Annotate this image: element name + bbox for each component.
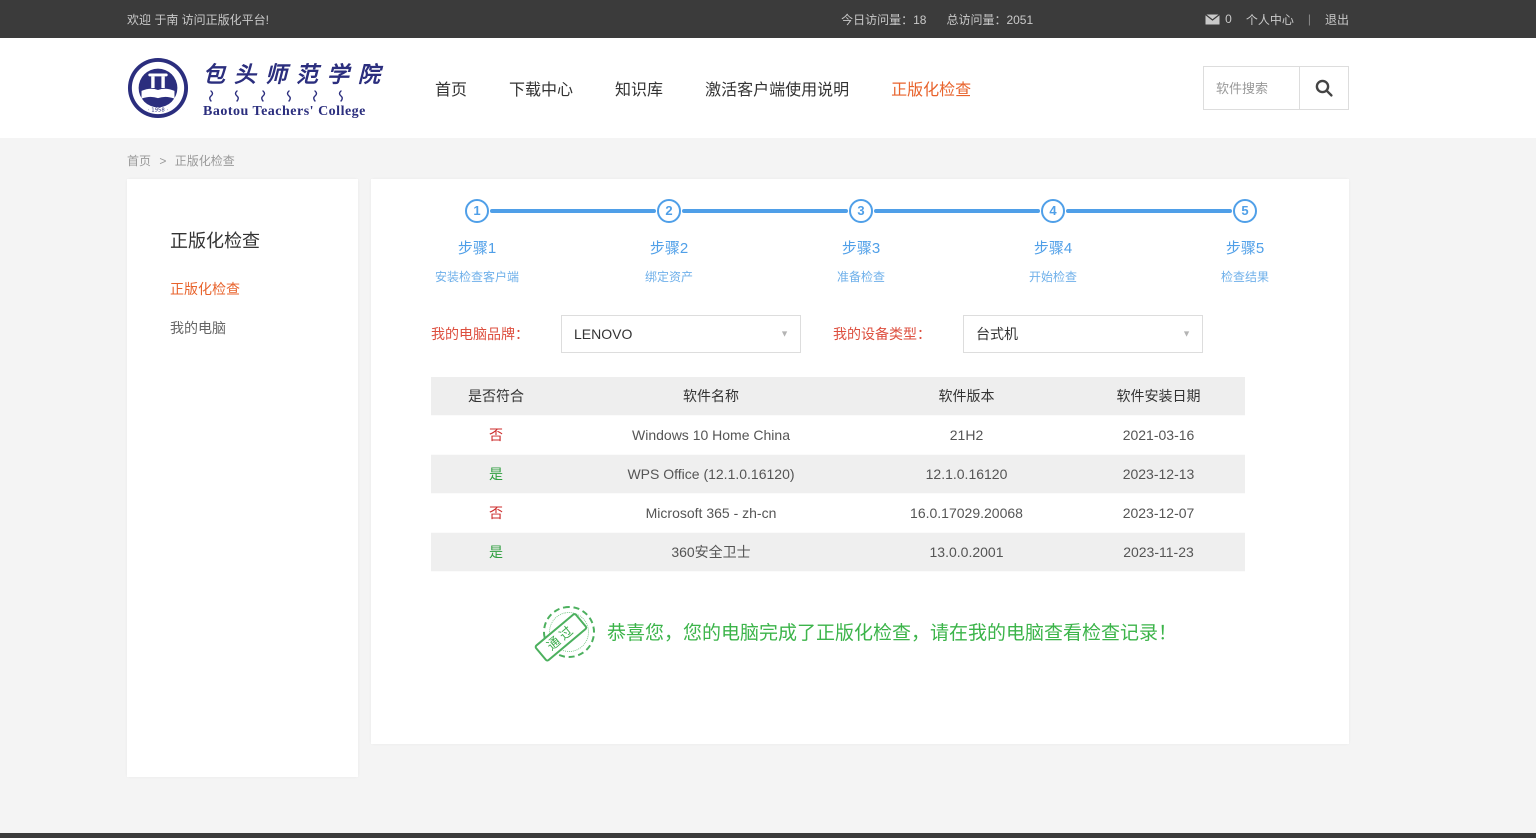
- sidebar: 正版化检查 正版化检查 我的电脑: [127, 179, 358, 777]
- stamp-label: 通过: [533, 611, 588, 662]
- software-table: 是否符合 软件名称 软件版本 软件安装日期 否 Windows 10 Home …: [431, 377, 1245, 572]
- search-input[interactable]: [1203, 66, 1299, 110]
- cell-install-date: 2023-11-23: [1072, 532, 1245, 571]
- step-4-title: 步骤4: [957, 237, 1149, 258]
- cell-compliant: 是: [431, 532, 561, 571]
- stepper: 1 步骤1 安装检查客户端 2 步骤2 绑定资产 3 步骤3 准备检查 4 步骤…: [381, 199, 1341, 285]
- device-type-select[interactable]: 台式机 ▼: [963, 315, 1203, 353]
- result-message: 恭喜您，您的电脑完成了正版化检查，请在我的电脑查看检查记录！: [607, 618, 1177, 645]
- device-type-label: 我的设备类型：: [833, 324, 931, 344]
- page: 欢迎 于南 访问正版化平台! 今日访问量：18 总访问量：2051 0 个人中心…: [0, 0, 1536, 838]
- step-5-circle: 5: [1233, 199, 1257, 223]
- cell-compliant: 是: [431, 454, 561, 493]
- step-4-circle: 4: [1041, 199, 1065, 223]
- svg-text:· 1958 ·: · 1958 ·: [148, 108, 169, 114]
- cell-software-name: WPS Office (12.1.0.16120): [561, 454, 861, 493]
- cell-version: 16.0.17029.20068: [861, 493, 1072, 532]
- passed-stamp-icon: 通过: [538, 601, 600, 663]
- nav-item-genuine-check[interactable]: 正版化检查: [891, 76, 971, 100]
- main-nav: 首页 下载中心 知识库 激活客户端使用说明 正版化检查: [435, 76, 971, 100]
- computer-brand-select[interactable]: LENOVO ▼: [561, 315, 801, 353]
- search-icon: [1314, 78, 1334, 98]
- cell-install-date: 2023-12-07: [1072, 493, 1245, 532]
- step-1-circle: 1: [465, 199, 489, 223]
- cell-version: 12.1.0.16120: [861, 454, 1072, 493]
- col-header-name: 软件名称: [561, 377, 861, 415]
- step-3: 3 步骤3 准备检查: [765, 199, 957, 285]
- sidebar-title: 正版化检查: [170, 227, 358, 253]
- cell-version: 21H2: [861, 415, 1072, 454]
- check-result: 通过 恭喜您，您的电脑完成了正版化检查，请在我的电脑查看检查记录！: [371, 606, 1349, 658]
- college-name-cn: 包头师范学院: [203, 57, 389, 89]
- sidebar-item-my-computer[interactable]: 我的电脑: [170, 318, 358, 338]
- table-row: 是 360安全卫士 13.0.0.2001 2023-11-23: [431, 532, 1245, 571]
- college-logo-block: · 1958 · 包头师范学院 Baotou Teachers' College: [127, 57, 389, 120]
- table-row: 是 WPS Office (12.1.0.16120) 12.1.0.16120…: [431, 454, 1245, 493]
- step-3-subtitle: 准备检查: [765, 268, 957, 285]
- step-5-subtitle: 检查结果: [1149, 268, 1341, 285]
- today-visits: 今日访问量：18: [841, 11, 926, 28]
- total-visits: 总访问量：2051: [946, 11, 1033, 28]
- nav-item-knowledge-base[interactable]: 知识库: [615, 76, 663, 100]
- step-1-subtitle: 安装检查客户端: [381, 268, 573, 285]
- step-4-subtitle: 开始检查: [957, 268, 1149, 285]
- nav-item-download-center[interactable]: 下载中心: [509, 76, 573, 100]
- device-type-value: 台式机: [976, 324, 1018, 344]
- college-emblem-icon: · 1958 ·: [127, 57, 189, 119]
- chevron-down-icon: ▼: [1182, 329, 1191, 339]
- welcome-text: 欢迎 于南 访问正版化平台!: [127, 11, 269, 28]
- software-search: [1203, 66, 1349, 110]
- chevron-down-icon: ▼: [780, 329, 789, 339]
- step-2-subtitle: 绑定资产: [573, 268, 765, 285]
- cell-compliant: 否: [431, 493, 561, 532]
- device-form: 我的电脑品牌： LENOVO ▼ 我的设备类型： 台式机 ▼: [431, 315, 1349, 353]
- col-header-compliant: 是否符合: [431, 377, 561, 415]
- main-panel: 1 步骤1 安装检查客户端 2 步骤2 绑定资产 3 步骤3 准备检查 4 步骤…: [371, 179, 1349, 744]
- computer-brand-value: LENOVO: [574, 326, 632, 342]
- table-row: 否 Microsoft 365 - zh-cn 16.0.17029.20068…: [431, 493, 1245, 532]
- mongolian-script-icon: [205, 90, 355, 102]
- cell-version: 13.0.0.2001: [861, 532, 1072, 571]
- col-header-install-date: 软件安装日期: [1072, 377, 1245, 415]
- logout-link[interactable]: 退出: [1325, 11, 1349, 28]
- table-row: 否 Windows 10 Home China 21H2 2021-03-16: [431, 415, 1245, 454]
- cell-compliant: 否: [431, 415, 561, 454]
- sidebar-item-genuine-check[interactable]: 正版化检查: [170, 279, 358, 299]
- step-3-circle: 3: [849, 199, 873, 223]
- envelope-icon: [1205, 14, 1220, 25]
- profile-link[interactable]: 个人中心: [1246, 11, 1294, 28]
- breadcrumb-current: 正版化检查: [175, 154, 235, 168]
- footer-strip: [0, 833, 1536, 838]
- step-3-title: 步骤3: [765, 237, 957, 258]
- cell-software-name: 360安全卫士: [561, 532, 861, 571]
- visit-stats: 今日访问量：18 总访问量：2051: [841, 11, 1033, 28]
- step-5-title: 步骤5: [1149, 237, 1341, 258]
- nav-item-activation-guide[interactable]: 激活客户端使用说明: [705, 76, 849, 100]
- cell-install-date: 2023-12-13: [1072, 454, 1245, 493]
- header: · 1958 · 包头师范学院 Baotou Teachers' College: [0, 38, 1536, 138]
- step-2: 2 步骤2 绑定资产: [573, 199, 765, 285]
- breadcrumb-separator: >: [159, 154, 166, 168]
- cell-install-date: 2021-03-16: [1072, 415, 1245, 454]
- step-5: 5 步骤5 检查结果: [1149, 199, 1341, 285]
- step-2-title: 步骤2: [573, 237, 765, 258]
- breadcrumb-home[interactable]: 首页: [127, 154, 151, 168]
- topbar: 欢迎 于南 访问正版化平台! 今日访问量：18 总访问量：2051 0 个人中心…: [0, 0, 1536, 38]
- nav-item-home[interactable]: 首页: [435, 76, 467, 100]
- step-2-circle: 2: [657, 199, 681, 223]
- step-1-title: 步骤1: [381, 237, 573, 258]
- cell-software-name: Microsoft 365 - zh-cn: [561, 493, 861, 532]
- table-header-row: 是否符合 软件名称 软件版本 软件安装日期: [431, 377, 1245, 415]
- college-name-en: Baotou Teachers' College: [203, 104, 389, 120]
- col-header-version: 软件版本: [861, 377, 1072, 415]
- computer-brand-label: 我的电脑品牌：: [431, 324, 529, 344]
- step-4: 4 步骤4 开始检查: [957, 199, 1149, 285]
- topbar-divider: |: [1308, 12, 1311, 26]
- breadcrumb: 首页 > 正版化检查: [127, 138, 1349, 179]
- messages-link[interactable]: 0: [1205, 12, 1232, 26]
- search-button[interactable]: [1299, 66, 1349, 110]
- step-1: 1 步骤1 安装检查客户端: [381, 199, 573, 285]
- mail-count: 0: [1225, 12, 1232, 26]
- cell-software-name: Windows 10 Home China: [561, 415, 861, 454]
